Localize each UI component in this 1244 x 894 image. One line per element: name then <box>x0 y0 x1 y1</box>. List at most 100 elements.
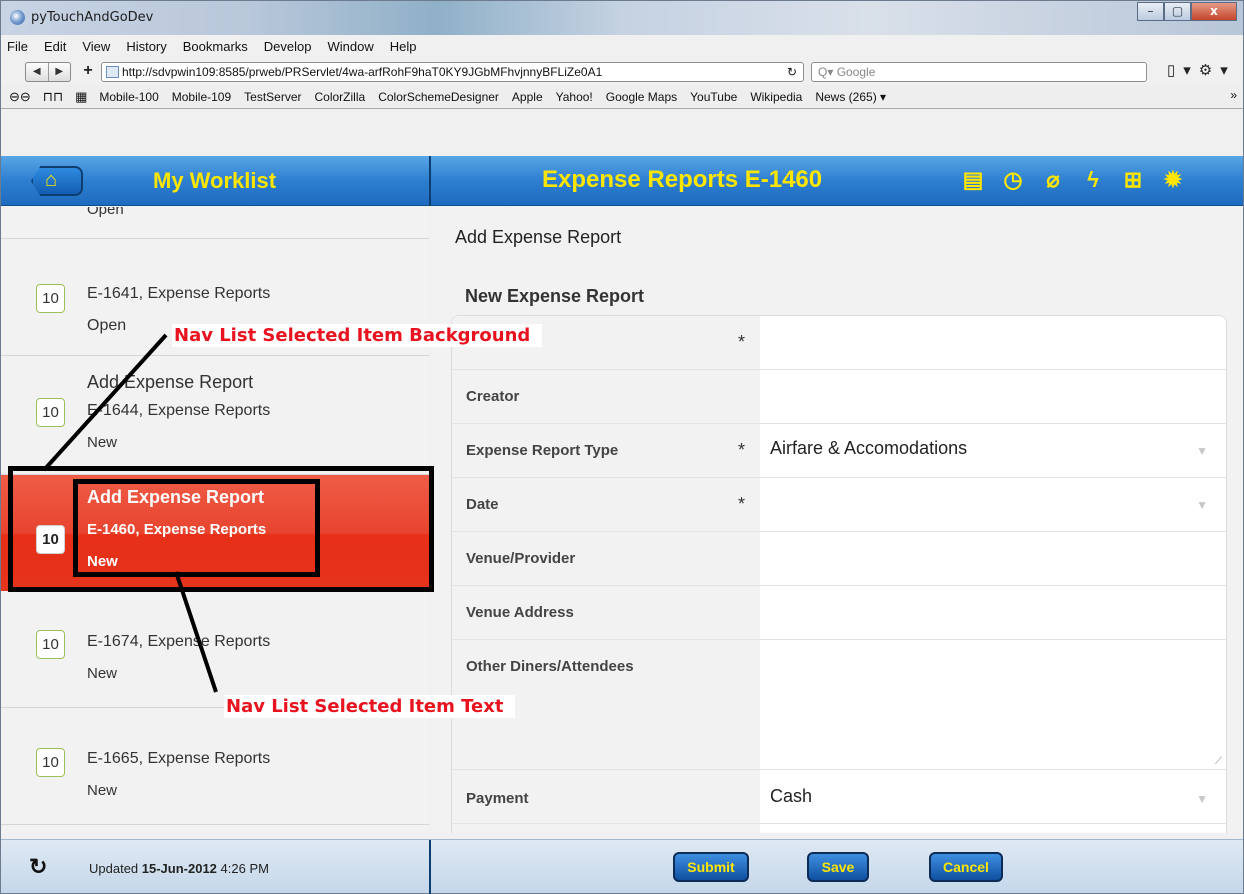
cancel-button[interactable]: Cancel <box>929 852 1003 882</box>
case-title: Expense Reports E-1460 <box>542 166 823 193</box>
item-status: New <box>87 434 118 451</box>
form-card: * Creator Expense Report Type * Airfare … <box>451 315 1227 833</box>
home-icon: ⌂ <box>45 169 58 191</box>
menu-bookmarks[interactable]: Bookmarks <box>183 39 248 54</box>
form-row: Date * ▼ <box>452 478 1226 532</box>
payment-select[interactable]: Cash <box>770 786 812 807</box>
menu-edit[interactable]: Edit <box>44 39 66 54</box>
bookmark-item[interactable]: ColorZilla <box>315 90 366 104</box>
worklist-title: My Worklist <box>153 168 277 193</box>
gear-icon[interactable]: ✹ <box>1153 167 1193 193</box>
flash-icon[interactable]: ϟ <box>1073 167 1113 193</box>
form-row <box>452 824 1226 833</box>
item-title: Add Expense Report <box>87 372 254 392</box>
browser-window: pyTouchAndGoDev – ▢ x File Edit View His… <box>0 0 1244 894</box>
form-panel: Add Expense Report New Expense Report * … <box>431 207 1243 833</box>
list-item[interactable]: 10 Add Expense Report E-1644, Expense Re… <box>1 356 429 475</box>
close-button[interactable]: x <box>1191 2 1237 21</box>
expense-type-select[interactable]: Airfare & Accomodations <box>770 438 967 459</box>
form-subtitle: New Expense Report <box>465 286 645 306</box>
form-row: Expense Report Type * Airfare & Accomoda… <box>452 424 1226 478</box>
updated-label: Updated <box>89 861 142 876</box>
section-title: Add Expense Report <box>455 227 622 247</box>
item-status: Open <box>87 207 124 218</box>
resize-handle-icon[interactable]: ⟋ <box>1215 756 1222 767</box>
menu-develop[interactable]: Develop <box>264 39 312 54</box>
bookmark-item[interactable]: YouTube <box>690 90 737 104</box>
bookmark-item[interactable]: Wikipedia <box>750 90 802 104</box>
updated-date: 15-Jun-2012 <box>141 861 217 876</box>
add-bookmark-icon[interactable]: + <box>78 62 98 82</box>
menu-history[interactable]: History <box>126 39 166 54</box>
menu-view[interactable]: View <box>82 39 110 54</box>
venue-provider-field[interactable] <box>760 532 1226 586</box>
item-status: New <box>87 665 118 682</box>
chevron-down-icon[interactable]: ▼ <box>1196 498 1208 512</box>
forward-icon[interactable]: ▶ <box>49 63 71 81</box>
form-row: * <box>452 316 1226 370</box>
reading-list-icon[interactable]: ⊖⊖ <box>9 89 31 105</box>
form-row: Venue/Provider <box>452 532 1226 586</box>
list-item[interactable]: 10 E-1674, Expense Reports New <box>1 591 429 708</box>
menu-file[interactable]: File <box>7 39 28 54</box>
history-icon[interactable]: ◷ <box>993 167 1033 193</box>
required-marker: * <box>738 494 746 514</box>
bookmark-item[interactable]: Mobile-109 <box>172 90 231 104</box>
item-title: E-1674, Expense Reports <box>87 633 271 650</box>
required-marker: * <box>738 332 746 352</box>
priority-badge: 10 <box>36 284 65 313</box>
refresh-icon[interactable]: ↻ <box>29 854 47 880</box>
new-doc-icon[interactable]: ⊞ <box>1113 167 1153 193</box>
required-marker: * <box>738 440 746 460</box>
menu-window[interactable]: Window <box>328 39 374 54</box>
form-row: Creator <box>452 370 1226 424</box>
footer-divider <box>429 840 431 894</box>
back-forward-buttons: ◀ ▶ <box>25 62 71 82</box>
top-sites-icon[interactable]: ▦ <box>75 89 87 105</box>
attendees-textarea[interactable] <box>760 640 1226 770</box>
date-field[interactable] <box>760 478 1190 532</box>
chevron-down-icon[interactable]: ▼ <box>1196 444 1208 458</box>
menu-help[interactable]: Help <box>390 39 417 54</box>
chevron-down-icon[interactable]: ▼ <box>1196 792 1208 806</box>
venue-address-field[interactable] <box>760 586 1226 640</box>
list-item[interactable]: 10 E-1665, Expense Reports New <box>1 708 429 825</box>
bookmarks-book-icon[interactable]: ⊓⊓ <box>43 89 63 105</box>
bookmark-item[interactable]: ColorSchemeDesigner <box>378 90 499 104</box>
header-actions: ▤ ◷ ⌀ ϟ ⊞ ✹ <box>953 167 1193 193</box>
creator-field[interactable] <box>760 370 1226 424</box>
bookmark-item[interactable]: Yahoo! <box>556 90 593 104</box>
address-toolbar: ◀ ▶ + http://sdvpwin109:8585/prweb/PRSer… <box>1 57 1243 85</box>
bookmark-item[interactable]: News (265) ▾ <box>815 90 886 104</box>
url-field[interactable]: http://sdvpwin109:8585/prweb/PRServlet/4… <box>101 62 804 82</box>
submit-button[interactable]: Submit <box>673 852 749 882</box>
item-title: E-1665, Expense Reports <box>87 750 271 767</box>
bookmark-item[interactable]: Google Maps <box>606 90 677 104</box>
reload-icon[interactable]: ↻ <box>787 63 797 81</box>
document-icon[interactable]: ▤ <box>953 167 993 193</box>
bookmark-item[interactable]: Mobile-100 <box>99 90 158 104</box>
settings-menu-icon[interactable]: ⚙▾ <box>1199 62 1236 79</box>
back-icon[interactable]: ◀ <box>26 63 49 81</box>
minimize-button[interactable]: – <box>1137 2 1164 21</box>
list-item[interactable]: Open <box>1 207 429 239</box>
maximize-button[interactable]: ▢ <box>1164 2 1191 21</box>
app-footer: ↻ Updated 15-Jun-2012 4:26 PM Submit Sav… <box>1 839 1243 894</box>
item-status: Open <box>87 317 127 334</box>
url-text: http://sdvpwin109:8585/prweb/PRServlet/4… <box>122 65 603 79</box>
text-field[interactable] <box>760 316 1226 370</box>
bookmark-item[interactable]: Apple <box>512 90 543 104</box>
search-input[interactable]: Q▾ Google <box>811 62 1147 82</box>
window-title: pyTouchAndGoDev <box>31 10 154 25</box>
toolbar-icons: ▯▾⚙▾ <box>1167 61 1236 79</box>
field-label: Venue Address <box>452 586 760 639</box>
field-label: Venue/Provider <box>452 532 760 585</box>
priority-badge: 10 <box>36 398 65 427</box>
page-menu-icon[interactable]: ▯▾ <box>1167 62 1199 79</box>
attachment-icon[interactable]: ⌀ <box>1033 167 1073 193</box>
item-title: E-1641, Expense Reports <box>87 285 271 302</box>
bookmark-item[interactable]: TestServer <box>244 90 301 104</box>
updated-time: 4:26 PM <box>216 861 269 876</box>
save-button[interactable]: Save <box>807 852 869 882</box>
more-bookmarks-icon[interactable]: » <box>1230 88 1237 102</box>
